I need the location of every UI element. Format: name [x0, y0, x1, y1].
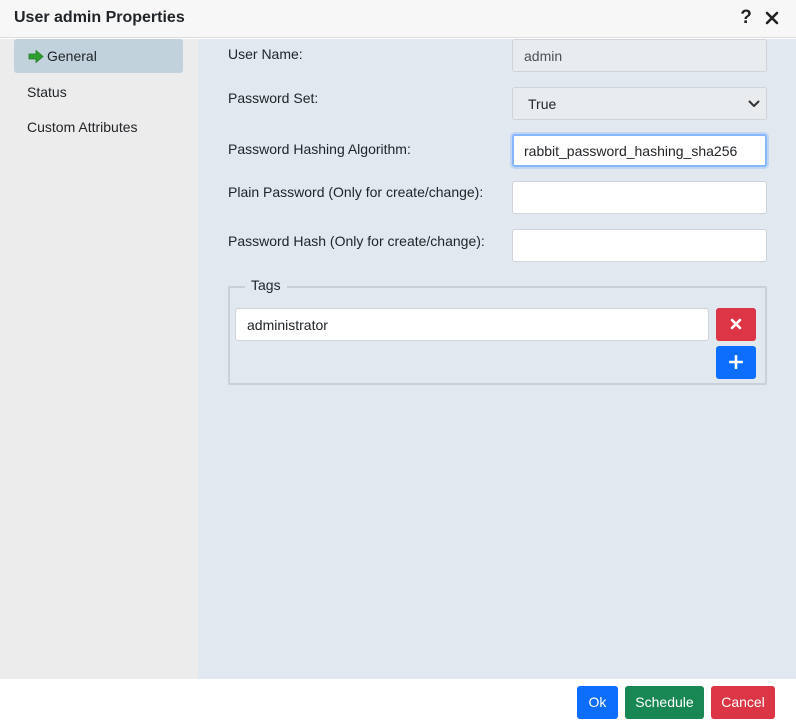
- sidebar-item-label: Custom Attributes: [27, 119, 138, 135]
- tags-legend: Tags: [245, 277, 287, 293]
- sidebar: General Status Custom Attributes: [0, 39, 198, 679]
- add-tag-button[interactable]: [716, 346, 756, 379]
- sidebar-item-label: General: [47, 48, 97, 64]
- sidebar-item-label: Status: [27, 84, 67, 100]
- password-set-value: True: [528, 96, 557, 112]
- sidebar-item-custom-attributes[interactable]: Custom Attributes: [14, 110, 183, 144]
- dialog-title: User admin Properties: [14, 9, 185, 26]
- plus-icon: [729, 355, 743, 369]
- general-panel: User Name: Password Set: True Password H…: [198, 39, 796, 679]
- password-set-select[interactable]: True: [512, 87, 767, 120]
- dialog-titlebar: User admin Properties ?: [0, 0, 796, 38]
- arrow-right-icon: [28, 50, 44, 63]
- cancel-button[interactable]: Cancel: [711, 686, 775, 719]
- password-set-label: Password Set:: [228, 90, 319, 106]
- password-hash-input[interactable]: [512, 229, 767, 262]
- user-name-label: User Name:: [228, 46, 303, 62]
- ok-button[interactable]: Ok: [577, 686, 618, 719]
- sidebar-item-status[interactable]: Status: [14, 75, 183, 109]
- dialog-footer: Ok Schedule Cancel: [0, 679, 796, 726]
- password-hash-label: Password Hash (Only for create/change):: [228, 233, 485, 249]
- sidebar-item-general[interactable]: General: [14, 39, 183, 73]
- tag-input[interactable]: [235, 308, 709, 341]
- close-icon: [765, 11, 779, 25]
- hashing-algorithm-label: Password Hashing Algorithm:: [228, 141, 411, 157]
- plain-password-input[interactable]: [512, 181, 767, 214]
- hashing-algorithm-input[interactable]: [512, 134, 767, 167]
- remove-tag-button[interactable]: [716, 308, 756, 341]
- tags-fieldset: Tags: [228, 277, 767, 385]
- user-name-input[interactable]: [512, 39, 767, 72]
- help-button[interactable]: ?: [738, 6, 754, 30]
- plain-password-label: Plain Password (Only for create/change):: [228, 184, 484, 200]
- times-icon: [730, 318, 742, 330]
- close-button[interactable]: [764, 7, 780, 29]
- schedule-button[interactable]: Schedule: [625, 686, 704, 719]
- chevron-down-icon: [748, 100, 760, 107]
